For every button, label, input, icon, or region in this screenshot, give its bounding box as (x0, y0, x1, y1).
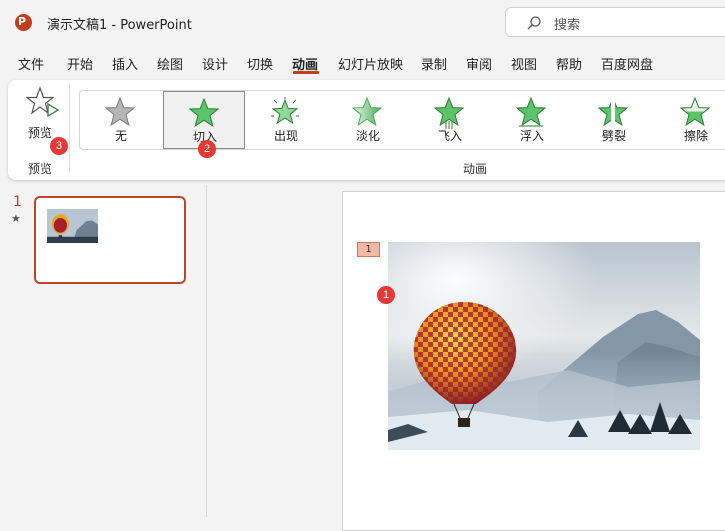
effect-label: 擦除 (683, 129, 708, 143)
tab-baidu-netdisk[interactable]: 百度网盘 (601, 54, 653, 73)
effect-label: 淡化 (355, 129, 380, 143)
animation-order-tag[interactable]: 1 (357, 242, 380, 257)
effect-fly-in[interactable]: 飞入 (409, 91, 491, 149)
step-badge-3: 3 (50, 137, 68, 155)
step-badge-1: 1 (377, 286, 395, 304)
effect-label: 无 (114, 129, 127, 143)
animation-indicator-icon: ★ (11, 212, 21, 225)
preview-label: 预览 (28, 126, 53, 140)
hot-air-balloon-image[interactable] (388, 242, 700, 450)
effect-label: 出现 (273, 129, 298, 143)
slide-number: 1 (13, 194, 22, 210)
star-fade-icon (352, 97, 382, 127)
effect-none[interactable]: 无 (80, 91, 162, 149)
effect-label: 劈裂 (601, 129, 626, 143)
star-green-icon (189, 98, 219, 128)
star-burst-icon (271, 97, 299, 125)
tab-transitions[interactable]: 切换 (247, 54, 273, 73)
effect-split[interactable]: 劈裂 (573, 91, 655, 149)
ribbon-tabs: 文件 开始 插入 绘图 设计 切换 动画 幻灯片放映 录制 审阅 视图 帮助 百… (0, 50, 725, 76)
animation-group-label: 动画 (463, 162, 488, 176)
tab-draw[interactable]: 绘图 (157, 54, 183, 73)
star-gray-icon (105, 97, 135, 127)
effect-fade[interactable]: 淡化 (327, 91, 409, 149)
ribbon-panel: 预览 ⌄ 预览 无 切入 (8, 80, 725, 180)
tab-insert[interactable]: 插入 (112, 54, 138, 73)
search-placeholder: 搜索 (554, 18, 581, 33)
title-bar: P 演示文稿1 - PowerPoint 搜索 (0, 0, 725, 46)
effect-wipe[interactable]: 擦除 (655, 91, 725, 149)
tab-home[interactable]: 开始 (67, 54, 93, 73)
tab-view[interactable]: 视图 (511, 54, 537, 73)
effect-float-in[interactable]: 浮入 (491, 91, 573, 149)
step-badge-2: 2 (198, 140, 216, 158)
star-float-icon (516, 97, 546, 127)
tab-slideshow[interactable]: 幻灯片放映 (338, 54, 403, 73)
tab-record[interactable]: 录制 (421, 54, 447, 73)
animation-effects-gallery: 无 切入 出现 淡化 飞入 浮入 劈裂 擦除 (79, 90, 725, 150)
tab-review[interactable]: 审阅 (466, 54, 492, 73)
preview-group-label: 预览 (28, 162, 53, 176)
tab-help[interactable]: 帮助 (556, 54, 582, 73)
pane-divider (206, 185, 207, 517)
slide-thumbnail[interactable] (34, 196, 186, 284)
active-tab-indicator (293, 71, 319, 74)
effect-appear[interactable]: 出现 (245, 91, 327, 149)
tab-design[interactable]: 设计 (202, 54, 228, 73)
document-title: 演示文稿1 - PowerPoint (47, 18, 192, 33)
preview-star-icon (26, 86, 60, 118)
star-split-icon (598, 97, 628, 127)
effect-label: 飞入 (437, 129, 462, 143)
powerpoint-logo-icon: P (15, 14, 32, 31)
effect-label: 浮入 (519, 129, 544, 143)
slide-thumbnails-pane: 1 ★ (0, 185, 206, 517)
star-wipe-icon (680, 97, 710, 127)
search-icon (527, 16, 541, 30)
search-input[interactable]: 搜索 (505, 7, 725, 37)
preview-button[interactable]: 预览 ⌄ (20, 84, 62, 149)
ribbon-divider (69, 84, 70, 172)
tab-file[interactable]: 文件 (18, 54, 44, 73)
thumbnail-image (47, 209, 98, 243)
star-fly-icon (434, 97, 464, 129)
